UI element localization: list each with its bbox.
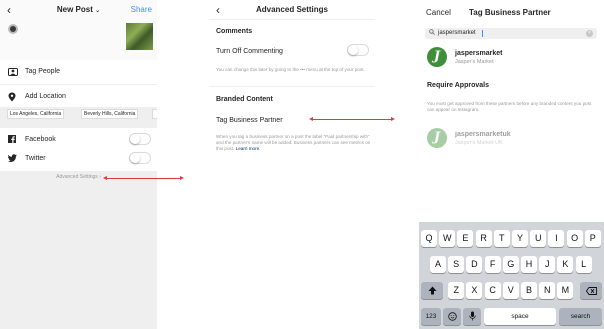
key-c[interactable]: C: [484, 282, 501, 299]
key-p[interactable]: P: [584, 230, 601, 247]
twitter-toggle[interactable]: [129, 152, 151, 164]
key-w[interactable]: W: [439, 230, 456, 247]
key-z[interactable]: Z: [448, 282, 465, 299]
key-h[interactable]: H: [521, 256, 537, 273]
key-a[interactable]: A: [430, 256, 446, 273]
approval-note: You must get approved from these partner…: [427, 101, 592, 112]
flow-arrow: [103, 176, 184, 180]
post-thumbnail[interactable]: [126, 23, 153, 50]
numbers-key[interactable]: 123: [421, 308, 441, 325]
location-chip[interactable]: [152, 109, 157, 119]
twitter-label: Twitter: [25, 155, 46, 162]
key-n[interactable]: N: [539, 282, 556, 299]
branded-content-header: Branded Content: [216, 96, 273, 103]
advanced-settings-label: Advanced Settings: [56, 174, 98, 180]
location-suggestions: Los Angeles, California Beverly Hills, C…: [0, 107, 157, 121]
key-r[interactable]: R: [475, 230, 492, 247]
turn-off-commenting-toggle[interactable]: [347, 44, 369, 56]
key-t[interactable]: T: [493, 230, 510, 247]
nav-bar: ‹ New Post ⌄ Share: [0, 0, 157, 19]
turn-off-commenting-label: Turn Off Commenting: [216, 48, 283, 55]
title-text: New Post: [56, 5, 93, 14]
add-location-label: Add Location: [25, 93, 66, 100]
key-i[interactable]: I: [548, 230, 565, 247]
branded-content-note: When you tag a business partner on a pos…: [216, 134, 371, 152]
comments-header: Comments: [216, 28, 253, 35]
key-o[interactable]: O: [566, 230, 583, 247]
key-d[interactable]: D: [466, 256, 483, 273]
partner-handle: jaspersmarket: [455, 50, 503, 57]
chevron-right-icon: ›: [99, 174, 101, 180]
location-pin-icon: [8, 92, 16, 104]
emoji-icon[interactable]: [443, 308, 461, 325]
page-title: Advanced Settings: [255, 5, 328, 14]
partner-handle: jaspersmarketuk: [455, 131, 511, 138]
key-m[interactable]: M: [557, 282, 574, 299]
key-j[interactable]: J: [539, 256, 556, 273]
advanced-settings-link[interactable]: Advanced Settings ›: [0, 174, 157, 180]
new-post-screen: ‹ New Post ⌄ Share Tag People Add Locati…: [0, 0, 157, 329]
keyboard: Q W E R T Y U I O P A S D F G H J K L Z …: [419, 222, 604, 329]
key-f[interactable]: F: [484, 256, 501, 273]
key-g[interactable]: G: [502, 256, 519, 273]
clear-icon[interactable]: ×: [586, 30, 593, 37]
text-cursor: [482, 30, 483, 37]
key-k[interactable]: K: [557, 256, 574, 273]
advanced-settings-screen: ‹ Advanced Settings Comments Turn Off Co…: [209, 0, 375, 329]
partner-name: Jasper's Market UK: [455, 140, 503, 146]
location-chip[interactable]: Los Angeles, California: [7, 109, 65, 119]
partner-logo: J: [427, 128, 447, 148]
tag-people-row[interactable]: Tag People: [0, 60, 157, 84]
search-input[interactable]: jaspersmarket: [438, 30, 476, 36]
space-key[interactable]: space: [484, 308, 556, 325]
key-l[interactable]: L: [575, 256, 592, 273]
facebook-label: Facebook: [25, 136, 56, 143]
key-x[interactable]: X: [466, 282, 483, 299]
chevron-down-icon[interactable]: ⌄: [95, 8, 100, 14]
partner-search-bar[interactable]: jaspersmarket ×: [425, 28, 597, 39]
search-icon: [429, 29, 435, 37]
learn-more-link[interactable]: Learn more.: [236, 146, 261, 151]
tag-business-partner-row[interactable]: Tag Business Partner: [216, 117, 283, 124]
require-approvals-header: Require Approvals: [427, 82, 489, 89]
key-e[interactable]: E: [457, 230, 474, 247]
page-title: Tag Business Partner: [469, 8, 551, 17]
post-header-area: ‹ New Post ⌄ Share: [0, 0, 157, 60]
partner-name: Jasper's Market: [455, 59, 494, 65]
key-y[interactable]: Y: [512, 230, 528, 247]
search-key[interactable]: search: [559, 308, 602, 325]
divider: [209, 86, 375, 87]
twitter-row: Twitter: [0, 147, 157, 171]
cancel-button[interactable]: Cancel: [426, 8, 451, 17]
share-button[interactable]: Share: [131, 5, 152, 14]
tag-people-icon: [8, 67, 18, 78]
add-location-row[interactable]: Add Location: [0, 84, 157, 108]
key-u[interactable]: U: [530, 230, 547, 247]
facebook-toggle[interactable]: [129, 133, 151, 145]
key-s[interactable]: S: [448, 256, 465, 273]
partner-logo: J: [427, 47, 447, 67]
key-v[interactable]: V: [502, 282, 519, 299]
facebook-icon: [8, 135, 16, 145]
shift-icon[interactable]: [421, 282, 443, 299]
location-chip[interactable]: Beverly Hills, California: [81, 109, 139, 119]
commenting-note: You can change this later by going to th…: [216, 67, 365, 72]
flow-arrow: [309, 117, 395, 121]
twitter-icon: [7, 154, 17, 164]
avatar: [8, 24, 18, 34]
tag-people-label: Tag People: [25, 68, 61, 75]
nav-bar: ‹ Advanced Settings: [209, 0, 375, 20]
tag-business-partner-screen: Cancel Tag Business Partner jaspersmarke…: [419, 0, 604, 329]
key-q[interactable]: Q: [421, 230, 437, 247]
key-b[interactable]: B: [521, 282, 537, 299]
delete-icon[interactable]: [580, 282, 602, 299]
mic-icon[interactable]: [463, 308, 481, 325]
